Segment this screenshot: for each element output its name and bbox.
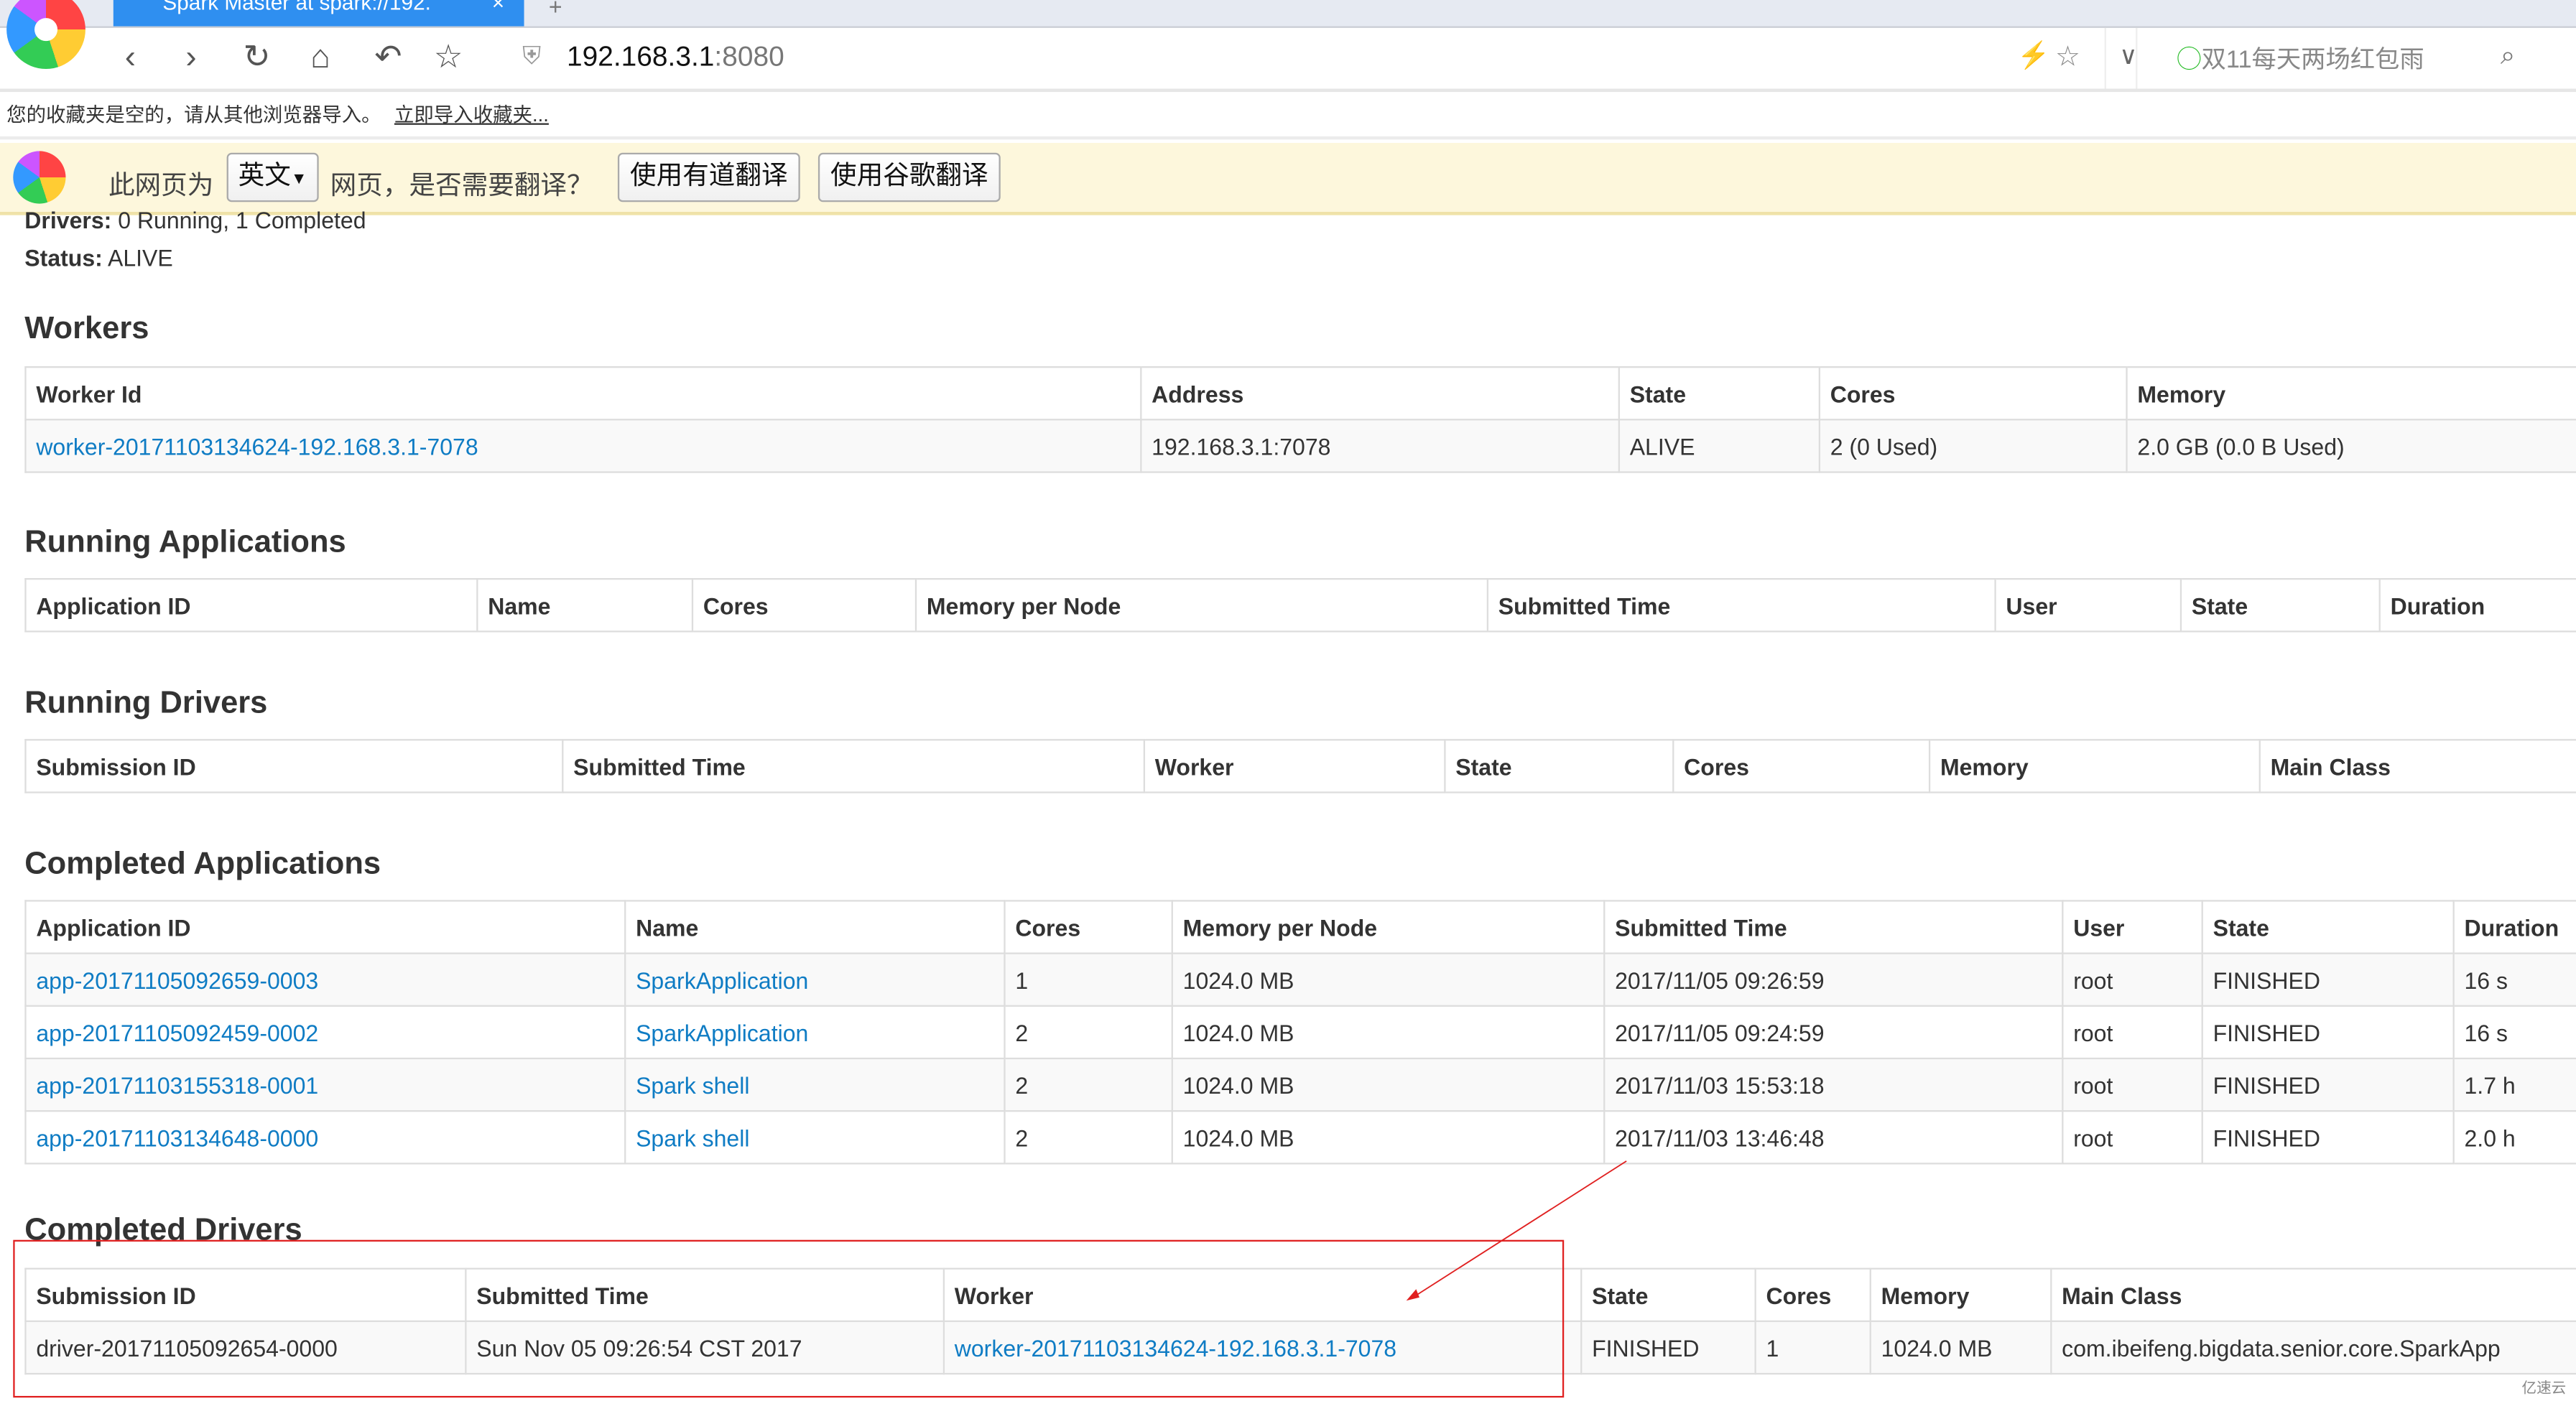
watermark: 亿速云: [2521, 1379, 2567, 1396]
annotation-arrow-head: [1406, 1289, 1419, 1301]
annotation-arrow-line: [1412, 1160, 1627, 1298]
annotation-arrow: [1406, 1160, 1627, 1301]
